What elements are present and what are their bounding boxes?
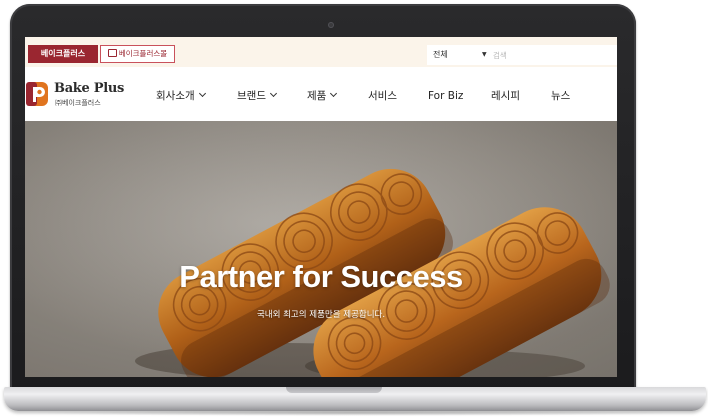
- laptop-shadow: [30, 410, 680, 416]
- nav-label: 제품: [307, 90, 327, 102]
- logo-korean-name: ㈜베이크플러스: [55, 99, 101, 107]
- hero-banner: Partner for Success 국내외 최고의 제품만을 제공합니다.: [25, 121, 617, 377]
- utility-bar: 베이크플러스 베이크플러스몰 전체 ▼: [25, 37, 617, 67]
- nav-label: 레시피: [491, 90, 520, 102]
- nav-label: For Biz: [428, 90, 464, 102]
- laptop-screen: 베이크플러스 베이크플러스몰 전체 ▼ Bake Plus ㈜베이크플러스 회사…: [25, 37, 617, 377]
- nav-label: 서비스: [368, 90, 397, 102]
- nav-item-for-biz[interactable]: For Biz: [428, 89, 463, 103]
- search-input[interactable]: [493, 47, 613, 63]
- nav-item-news[interactable]: 뉴스: [551, 89, 570, 103]
- main-navigation: Bake Plus ㈜베이크플러스 회사소개 브랜드 제품 서비스 For Bi…: [25, 67, 617, 121]
- search-category-select[interactable]: 전체: [433, 45, 448, 65]
- site-tab-bakeplus-mall-label: 베이크플러스몰: [118, 49, 168, 58]
- bakeplus-logo-mark-icon: [26, 82, 48, 106]
- chevron-down-icon: [330, 89, 338, 98]
- dropdown-arrow-icon[interactable]: ▼: [482, 45, 487, 65]
- nav-item-service[interactable]: 서비스: [368, 89, 397, 103]
- logo-wordmark: Bake Plus: [54, 81, 124, 96]
- nav-item-recipe[interactable]: 레시피: [491, 89, 520, 103]
- nav-item-company[interactable]: 회사소개: [156, 89, 206, 103]
- bakeplus-logo[interactable]: Bake Plus ㈜베이크플러스: [25, 80, 125, 112]
- hero-title: Partner for Success: [179, 259, 463, 294]
- shopping-bag-icon: [107, 49, 117, 57]
- bread-loaves-image: [25, 121, 617, 377]
- hero-subtitle: 국내외 최고의 제품만을 제공합니다.: [256, 310, 386, 320]
- nav-label: 브랜드: [237, 90, 266, 102]
- chevron-down-icon: [269, 89, 278, 98]
- nav-label: 회사소개: [156, 90, 195, 102]
- site-tab-bakeplus-mall[interactable]: 베이크플러스몰: [100, 45, 175, 63]
- laptop-opening-notch: [286, 387, 382, 393]
- nav-item-brand[interactable]: 브랜드: [237, 89, 278, 103]
- search-box: 전체 ▼: [427, 45, 617, 65]
- webcam: [328, 22, 334, 28]
- nav-item-products[interactable]: 제품: [307, 89, 338, 103]
- site-tab-bakeplus[interactable]: 베이크플러스: [28, 45, 98, 63]
- nav-label: 뉴스: [551, 90, 571, 102]
- chevron-down-icon: [198, 89, 206, 98]
